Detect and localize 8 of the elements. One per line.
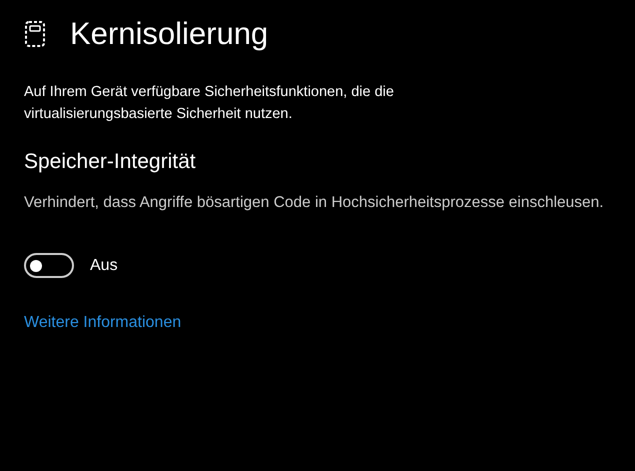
page-title: Kernisolierung bbox=[70, 15, 268, 53]
more-info-link[interactable]: Weitere Informationen bbox=[24, 314, 182, 332]
toggle-label: Aus bbox=[90, 256, 118, 274]
page-description: Auf Ihrem Gerät verfügbare Sicherheitsfunktionen, die die virtualisierungsbasierte Sicherheit nutzen. bbox=[24, 83, 395, 124]
chip-icon bbox=[24, 20, 46, 48]
section-description: Verhindert, dass Angriffe bösartigen Code in Hochsicherheitsprozesse einschleusen. bbox=[24, 193, 605, 213]
toggle-switch[interactable] bbox=[24, 253, 74, 278]
section-title: Speicher-Integrität bbox=[24, 149, 197, 175]
